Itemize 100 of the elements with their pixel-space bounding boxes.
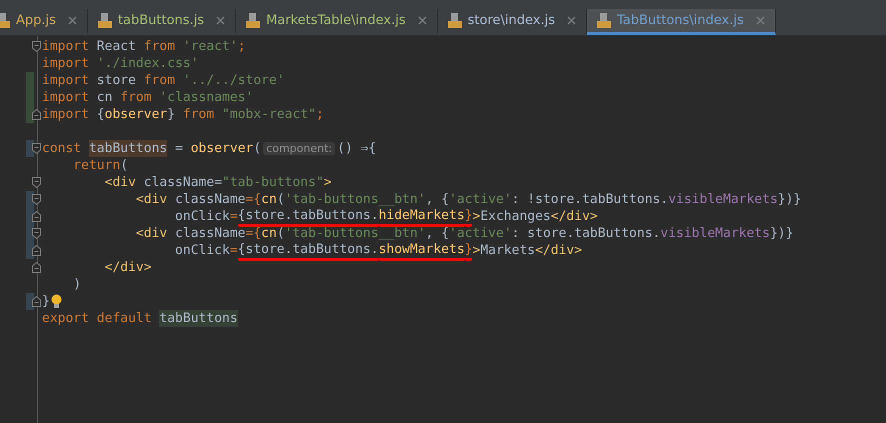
code-token: : !store.tabButtons. [512, 191, 668, 208]
code-token: visibleMarkets [660, 225, 770, 242]
code-token: {store.tabButtons. [238, 206, 379, 226]
code-token: () ⇒{ [337, 140, 376, 157]
fold-icon[interactable] [32, 109, 41, 120]
code-token: <div [134, 225, 168, 242]
code-token: <div [104, 174, 137, 191]
fold-icon[interactable] [32, 194, 41, 205]
file-tab[interactable]: App.js [0, 9, 88, 35]
highlighted-identifier: tabButtons [159, 310, 238, 327]
code-token: 'classnames' [159, 89, 254, 106]
code-token: ={ [246, 225, 262, 242]
code-token: ; [316, 106, 324, 123]
parameter-hint: component: [263, 142, 336, 155]
code-token: > [472, 242, 480, 259]
fold-icon[interactable] [32, 177, 41, 188]
code-token: </div> [550, 208, 598, 225]
code-token: })} [770, 225, 794, 242]
fold-icon[interactable] [32, 211, 41, 222]
file-icon [596, 13, 611, 28]
code-token: 'active' [449, 191, 512, 208]
code-token: React [96, 38, 137, 55]
code-token: className [175, 225, 246, 242]
close-icon[interactable] [418, 16, 427, 25]
code-token: {store.tabButtons. [238, 240, 379, 260]
fold-icon[interactable] [32, 228, 41, 239]
code-token: visibleMarkets [668, 191, 778, 208]
code-token: onClick [174, 208, 230, 225]
code-token: 'tab-buttons__btn' [284, 191, 426, 208]
code-token: } [42, 293, 50, 310]
code-token: } [464, 240, 472, 260]
code-token: from [182, 106, 216, 123]
close-icon[interactable] [756, 16, 765, 25]
code-token: ( [276, 225, 285, 242]
code-token: , { [426, 191, 450, 208]
code-token: store [96, 72, 137, 89]
code-token: showMarkets [378, 240, 465, 260]
code-token: import [42, 55, 90, 72]
code-token: Exchanges [480, 208, 551, 225]
code-token: export default [42, 310, 153, 327]
fold-icon[interactable] [32, 245, 41, 256]
code-token: import [42, 106, 90, 123]
code-token: </div> [535, 242, 582, 259]
file-tab[interactable]: TabButtons\index.js [586, 9, 776, 35]
code-token: ; [238, 38, 246, 55]
code-token: onClick [174, 242, 230, 259]
code-token: const [42, 140, 82, 157]
code-token: cn [261, 191, 277, 208]
code-token: > [324, 174, 332, 191]
code-token: 'react' [182, 38, 238, 55]
code-token: ) [72, 276, 82, 293]
file-icon [0, 13, 10, 28]
code-token: "tab-buttons" [222, 174, 324, 191]
code-token: cn [96, 89, 114, 106]
code-token: cn [261, 225, 277, 242]
code-token: = [230, 208, 238, 225]
code-token: } [464, 206, 472, 226]
code-token: from [120, 89, 153, 106]
code-token: import [42, 38, 90, 55]
file-icon [448, 13, 462, 28]
code-token: '../../store' [182, 72, 285, 89]
code-token: </div> [104, 259, 152, 276]
code-token: return [72, 157, 120, 174]
code-token: className [175, 191, 246, 208]
code-token: { [96, 106, 105, 123]
code-token: ={ [246, 191, 262, 208]
lightbulb-icon[interactable] [50, 294, 63, 309]
code-token: , { [426, 225, 450, 242]
code-token: })} [778, 191, 802, 208]
file-tab[interactable]: store\index.js [438, 9, 587, 35]
code-token: > [472, 208, 480, 225]
fold-icon[interactable] [32, 262, 41, 273]
code-token: ( [253, 140, 262, 157]
fold-icon[interactable] [32, 296, 41, 307]
code-token: ( [276, 191, 285, 208]
code-token: } [167, 106, 176, 123]
code-token: 'active' [449, 225, 512, 242]
close-icon[interactable] [566, 16, 576, 25]
code-token: = [230, 242, 238, 259]
code-token: <div [134, 191, 168, 208]
file-icon [246, 13, 260, 28]
highlighted-identifier: tabButtons [88, 140, 168, 157]
code-token: Markets [480, 242, 536, 259]
code-token: './index.css' [96, 55, 199, 72]
code-token: 'tab-buttons__btn' [284, 225, 426, 242]
code-token: ( [120, 157, 128, 174]
close-icon[interactable] [216, 16, 226, 25]
code-token: import [42, 72, 90, 89]
code-token: : store.tabButtons. [512, 225, 660, 242]
code-token: = [214, 174, 222, 191]
code-token: from [144, 38, 176, 55]
code-token: = [174, 140, 184, 157]
fold-icon[interactable] [32, 143, 41, 154]
close-icon[interactable] [68, 16, 77, 25]
code-token: import [42, 89, 90, 106]
fold-icon[interactable] [32, 41, 41, 52]
code-token: observer [104, 106, 168, 123]
file-icon [98, 13, 112, 28]
code-token: className [144, 174, 214, 191]
code-token: observer [190, 140, 254, 157]
